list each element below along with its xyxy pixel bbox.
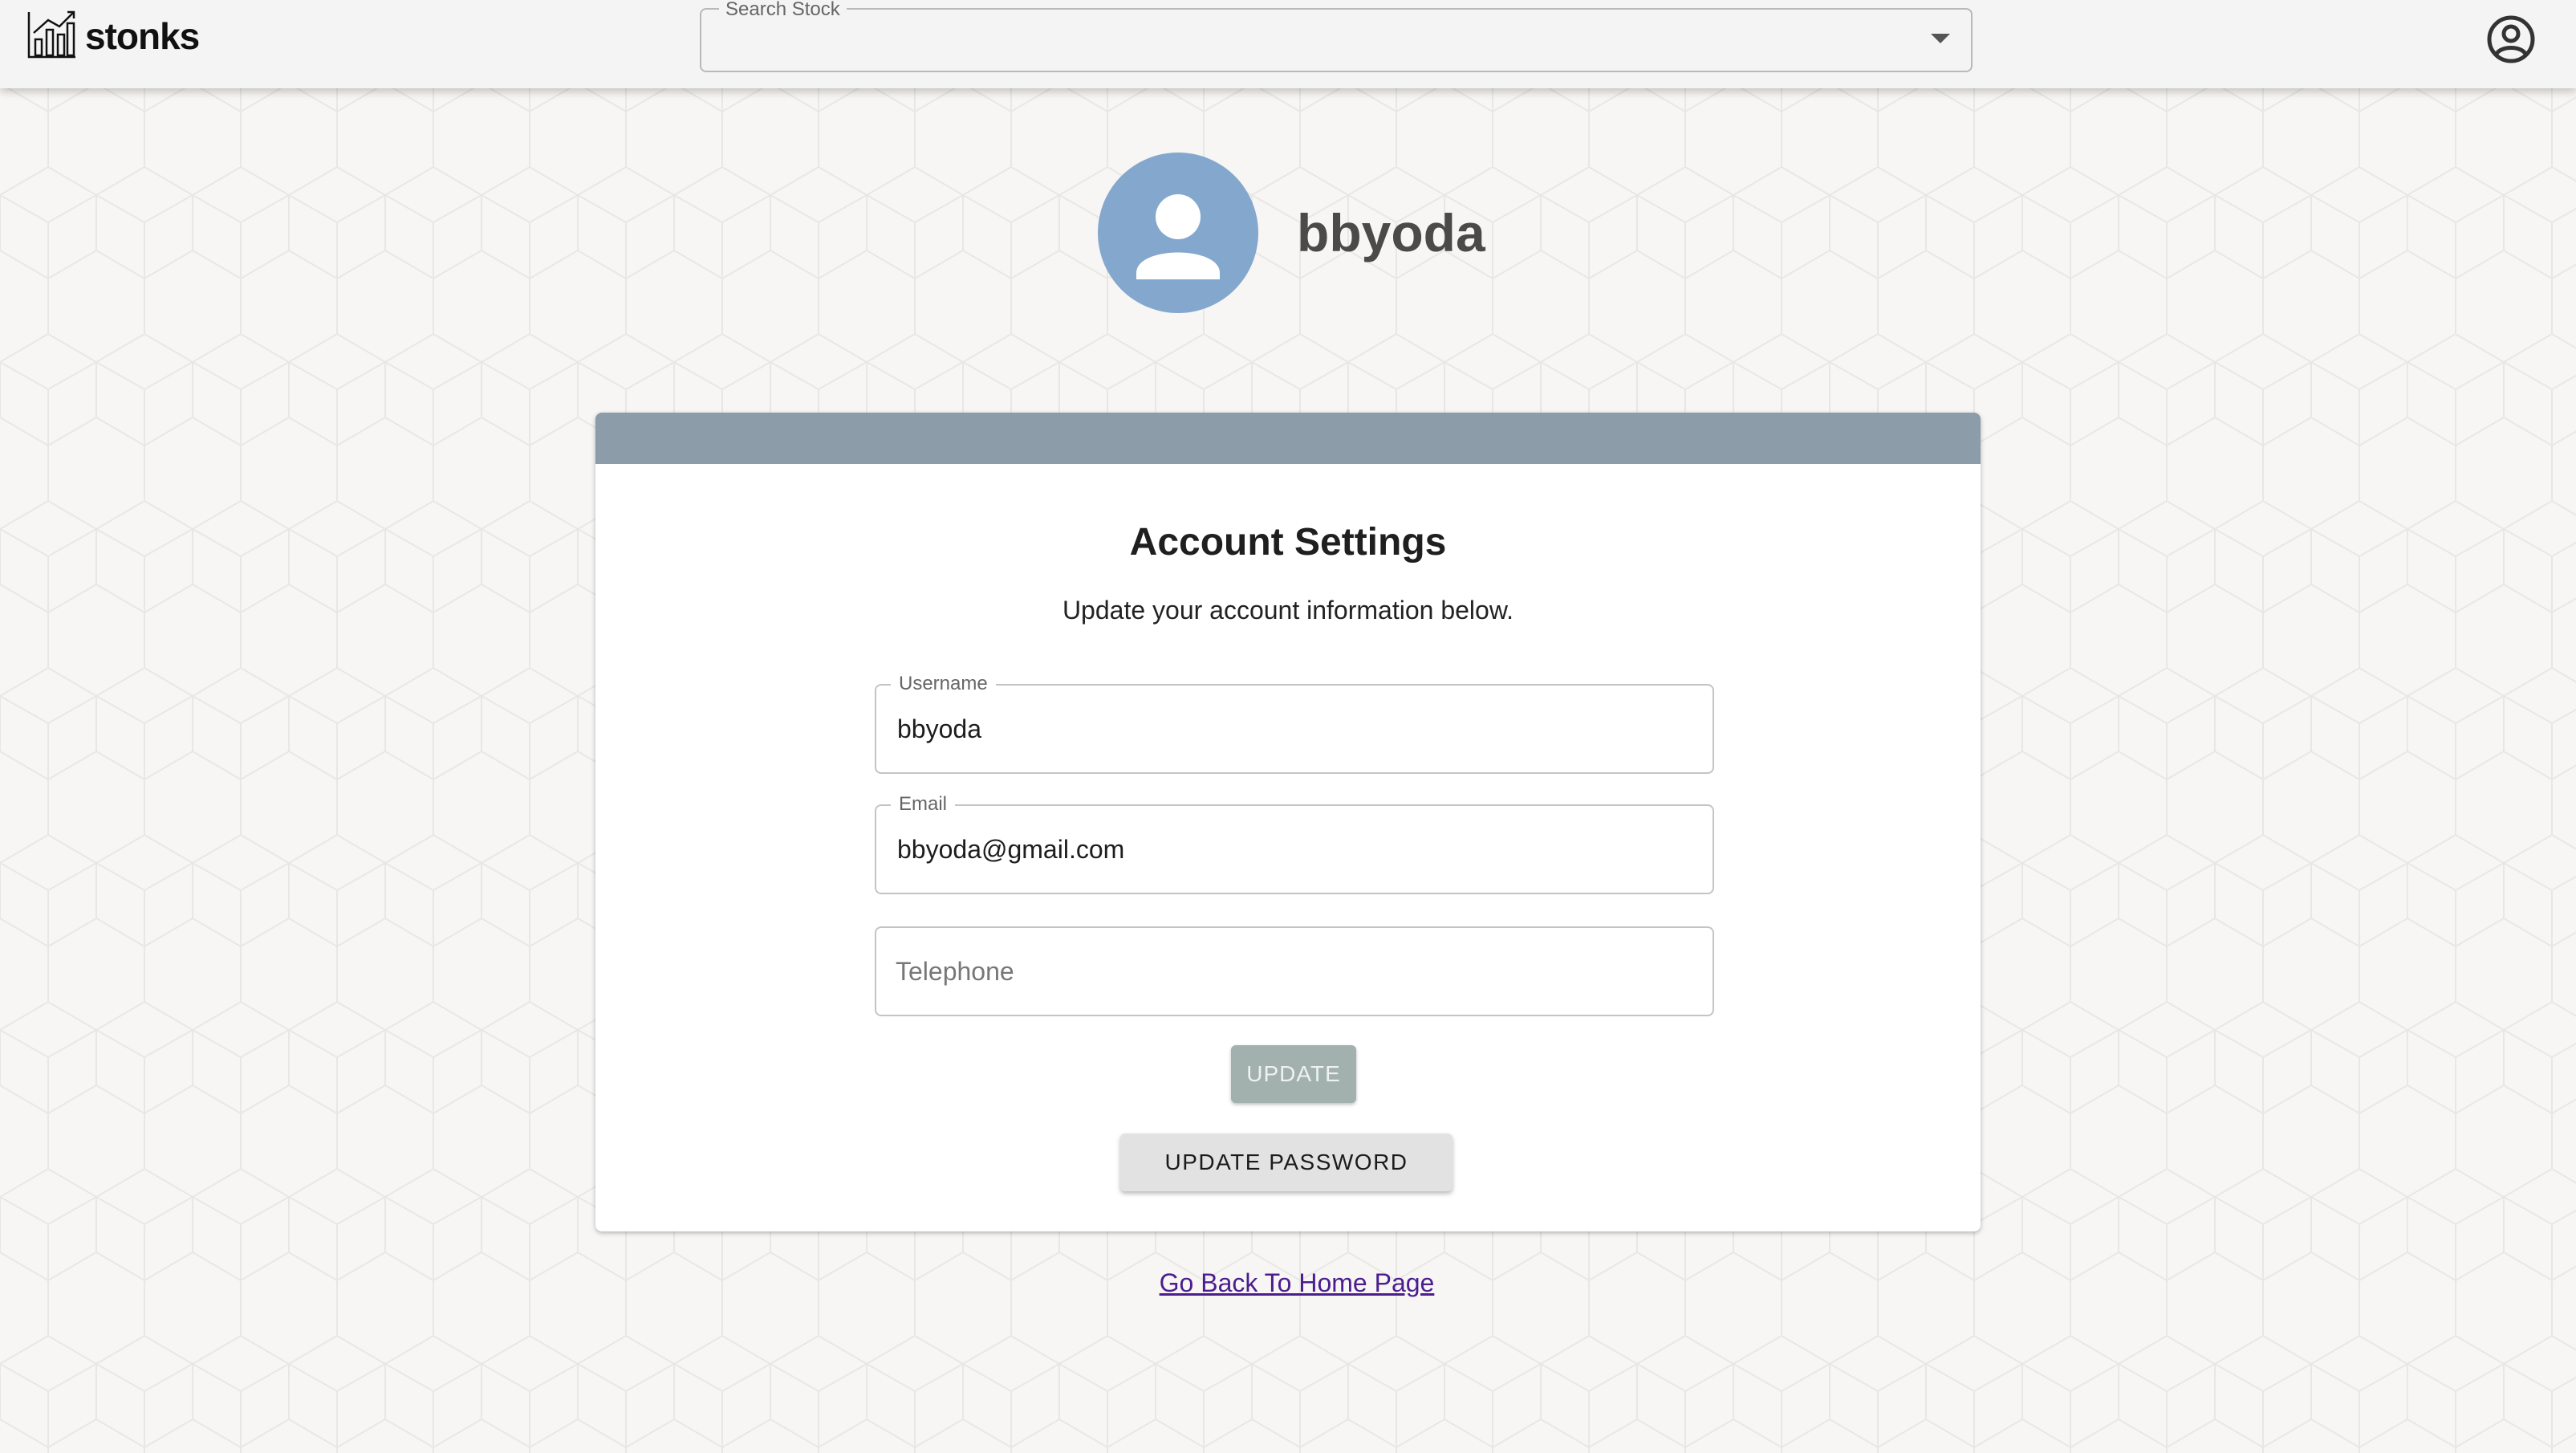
account-settings-card: Account Settings Update your account inf… (595, 413, 1981, 1231)
telephone-field[interactable] (875, 926, 1714, 1016)
email-value[interactable]: bbyoda@gmail.com (897, 835, 1124, 865)
app-logo[interactable]: stonks (26, 9, 200, 64)
page-title: Account Settings (1129, 521, 1447, 564)
caret-down-icon[interactable] (1931, 34, 1950, 43)
card-header-bar (595, 413, 1981, 464)
page-subtitle: Update your account information below. (1062, 596, 1514, 625)
username-label: Username (891, 673, 996, 695)
search-stock-label: Search Stock (719, 0, 847, 21)
email-field[interactable]: Email bbyoda@gmail.com (875, 793, 1714, 894)
profile-username: bbyoda (1297, 203, 1485, 263)
home-page-link[interactable]: Go Back To Home Page (0, 1268, 2576, 1298)
profile-header: bbyoda (1098, 153, 1485, 313)
app-name: stonks (85, 15, 200, 57)
username-field[interactable]: Username bbyoda (875, 673, 1714, 774)
bar-chart-logo-icon (26, 9, 77, 64)
top-app-bar: stonks Search Stock (0, 0, 2576, 88)
email-label: Email (891, 793, 956, 816)
account-button[interactable] (2485, 14, 2537, 67)
account-circle-icon (2485, 14, 2537, 69)
search-stock-field[interactable]: Search Stock (700, 0, 1973, 72)
username-value[interactable]: bbyoda (897, 714, 981, 744)
avatar (1098, 153, 1258, 313)
update-password-button[interactable]: UPDATE PASSWORD (1120, 1134, 1453, 1191)
update-button[interactable]: UPDATE (1231, 1045, 1356, 1103)
person-icon (1098, 194, 1258, 313)
telephone-input[interactable] (896, 942, 1690, 1000)
